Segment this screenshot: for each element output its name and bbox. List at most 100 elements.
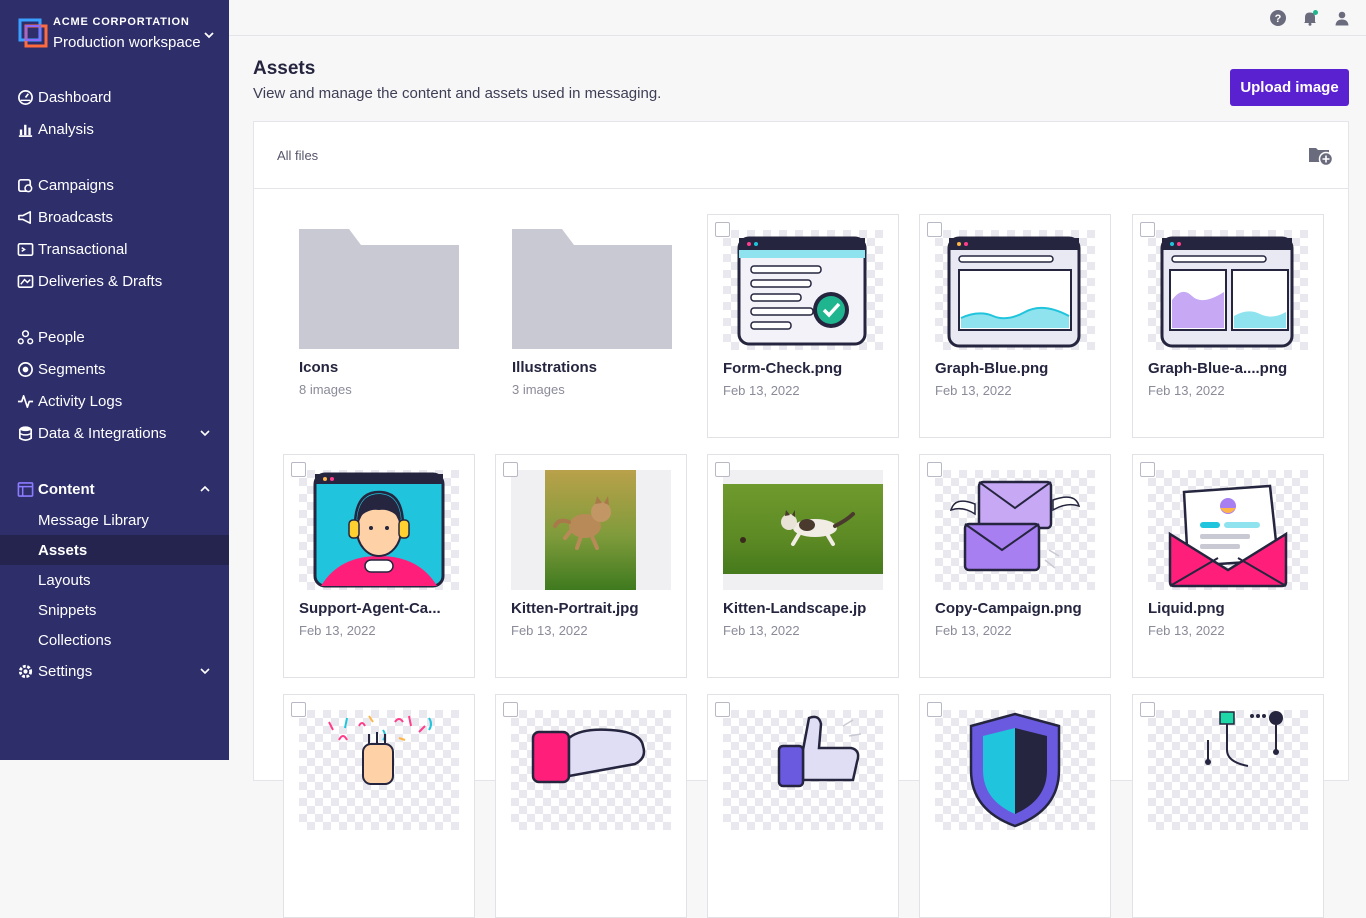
workflow-illustration bbox=[1205, 711, 1283, 767]
nav-layouts[interactable]: Layouts bbox=[0, 565, 229, 595]
graph-blue-illustration bbox=[947, 236, 1081, 348]
asset-card[interactable]: Form-Check.png Feb 13, 2022 bbox=[707, 214, 899, 438]
segments-icon bbox=[16, 360, 34, 378]
new-folder-icon[interactable] bbox=[1308, 145, 1334, 167]
nav-people[interactable]: People bbox=[0, 321, 229, 353]
nav-label: Layouts bbox=[38, 571, 91, 589]
acme-logo bbox=[18, 18, 48, 48]
nav-dashboard[interactable]: Dashboard bbox=[0, 81, 229, 113]
asset-card[interactable]: Graph-Blue-a....png Feb 13, 2022 bbox=[1132, 214, 1324, 438]
nav-content[interactable]: Content bbox=[0, 473, 229, 505]
nav-label: Dashboard bbox=[38, 88, 112, 106]
asset-card[interactable]: Liquid.png Feb 13, 2022 bbox=[1132, 454, 1324, 678]
asset-name: Kitten-Landscape.jp bbox=[723, 600, 867, 617]
nav-data-integrations[interactable]: Data & Integrations bbox=[0, 417, 229, 449]
asset-thumbnail bbox=[1148, 230, 1308, 350]
asset-card[interactable]: Kitten-Portrait.jpg Feb 13, 2022 bbox=[495, 454, 687, 678]
asset-card[interactable] bbox=[1132, 694, 1324, 918]
select-checkbox[interactable] bbox=[927, 462, 942, 477]
asset-thumbnail bbox=[935, 710, 1095, 830]
nav-label: Message Library bbox=[38, 511, 149, 529]
nav-message-library[interactable]: Message Library bbox=[0, 505, 229, 535]
workspace-switcher[interactable]: ACME CORPORTATION Production workspace bbox=[18, 14, 218, 54]
asset-date: Feb 13, 2022 bbox=[1148, 383, 1225, 398]
asset-thumbnail bbox=[1148, 470, 1308, 590]
folder-count: 3 images bbox=[512, 382, 565, 397]
breadcrumb[interactable]: All files bbox=[277, 148, 318, 163]
dashboard-icon bbox=[16, 88, 34, 106]
user-icon[interactable] bbox=[1334, 10, 1350, 26]
terminal-icon bbox=[16, 240, 34, 258]
page-title: Assets bbox=[253, 58, 316, 79]
bar-chart-icon bbox=[16, 120, 34, 138]
select-checkbox[interactable] bbox=[715, 462, 730, 477]
database-icon bbox=[16, 424, 34, 442]
select-checkbox[interactable] bbox=[503, 702, 518, 717]
nav-label: Content bbox=[38, 480, 95, 498]
folder-card[interactable]: Illustrations 3 images bbox=[497, 214, 689, 438]
chevron-down-icon bbox=[200, 668, 210, 675]
asset-thumbnail bbox=[723, 230, 883, 350]
select-checkbox[interactable] bbox=[503, 462, 518, 477]
asset-date: Feb 13, 2022 bbox=[723, 383, 800, 398]
select-checkbox[interactable] bbox=[291, 462, 306, 477]
bell-icon[interactable] bbox=[1302, 10, 1318, 26]
asset-card[interactable]: Graph-Blue.png Feb 13, 2022 bbox=[919, 214, 1111, 438]
shield-illustration bbox=[969, 712, 1061, 828]
asset-card[interactable] bbox=[283, 694, 475, 918]
thumbs-down-illustration bbox=[531, 728, 646, 784]
nav-activity-logs[interactable]: Activity Logs bbox=[0, 385, 229, 417]
confetti-illustration bbox=[328, 715, 432, 785]
asset-name: Liquid.png bbox=[1148, 600, 1225, 617]
nav-collections[interactable]: Collections bbox=[0, 625, 229, 655]
asset-card[interactable]: Kitten-Landscape.jp Feb 13, 2022 bbox=[707, 454, 899, 678]
nav-campaigns[interactable]: Campaigns bbox=[0, 169, 229, 201]
pulse-icon bbox=[16, 392, 34, 410]
kitten-landscape-photo bbox=[723, 484, 883, 574]
top-bar: ? bbox=[229, 0, 1366, 36]
nav-settings[interactable]: Settings bbox=[0, 655, 229, 687]
asset-card[interactable] bbox=[919, 694, 1111, 918]
chevron-down-icon bbox=[200, 430, 210, 437]
asset-name: Copy-Campaign.png bbox=[935, 600, 1082, 617]
nav-analysis[interactable]: Analysis bbox=[0, 113, 229, 145]
asset-card[interactable]: Copy-Campaign.png Feb 13, 2022 bbox=[919, 454, 1111, 678]
nav-assets[interactable]: Assets bbox=[0, 535, 229, 565]
select-checkbox[interactable] bbox=[1140, 222, 1155, 237]
nav-broadcasts[interactable]: Broadcasts bbox=[0, 201, 229, 233]
folder-icon bbox=[512, 229, 672, 349]
people-icon bbox=[16, 328, 34, 346]
asset-card[interactable] bbox=[707, 694, 899, 918]
select-checkbox[interactable] bbox=[715, 702, 730, 717]
nav-transactional[interactable]: Transactional bbox=[0, 233, 229, 265]
svg-text:?: ? bbox=[1275, 13, 1282, 25]
select-checkbox[interactable] bbox=[927, 702, 942, 717]
nav-deliveries-drafts[interactable]: Deliveries & Drafts bbox=[0, 265, 229, 297]
asset-thumbnail bbox=[511, 710, 671, 830]
workspace-name: Production workspace bbox=[53, 34, 201, 51]
support-agent-illustration bbox=[313, 472, 445, 588]
select-checkbox[interactable] bbox=[291, 702, 306, 717]
campaigns-icon bbox=[16, 176, 34, 194]
deliveries-icon bbox=[16, 272, 34, 290]
select-checkbox[interactable] bbox=[927, 222, 942, 237]
copy-campaign-illustration bbox=[949, 480, 1081, 572]
nav-snippets[interactable]: Snippets bbox=[0, 595, 229, 625]
asset-name: Graph-Blue.png bbox=[935, 360, 1049, 377]
asset-card[interactable]: Support-Agent-Ca... Feb 13, 2022 bbox=[283, 454, 475, 678]
folder-card[interactable]: Icons 8 images bbox=[284, 214, 476, 438]
select-checkbox[interactable] bbox=[1140, 462, 1155, 477]
asset-thumbnail bbox=[1148, 710, 1308, 830]
select-checkbox[interactable] bbox=[715, 222, 730, 237]
upload-image-button[interactable]: Upload image bbox=[1230, 69, 1349, 106]
nav-label: Data & Integrations bbox=[38, 424, 167, 442]
folder-icon bbox=[299, 229, 459, 349]
nav-label: People bbox=[38, 328, 85, 346]
help-icon[interactable]: ? bbox=[1270, 10, 1286, 26]
asset-date: Feb 13, 2022 bbox=[511, 623, 588, 638]
nav-segments[interactable]: Segments bbox=[0, 353, 229, 385]
asset-card[interactable] bbox=[495, 694, 687, 918]
select-checkbox[interactable] bbox=[1140, 702, 1155, 717]
megaphone-icon bbox=[16, 208, 34, 226]
nav-label: Analysis bbox=[38, 120, 94, 138]
